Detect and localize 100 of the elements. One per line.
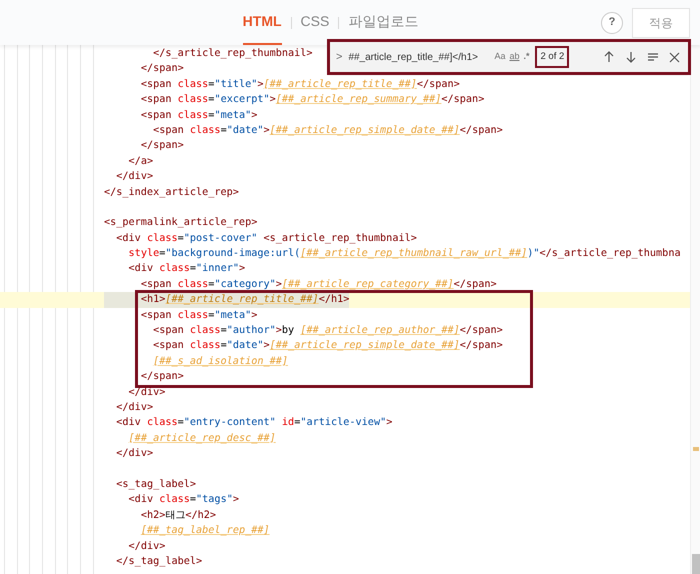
- code-token: by: [282, 325, 296, 336]
- code-token: >: [270, 94, 276, 106]
- code-token: <span: [153, 124, 185, 136]
- template-variable: [##_article_rep_title_##]: [264, 78, 417, 90]
- option-whole-word[interactable]: ab: [509, 50, 520, 64]
- toggle-replace-button[interactable]: >: [334, 48, 344, 66]
- code-token: </span>: [454, 278, 497, 290]
- editor-tab[interactable]: CSS: [300, 0, 330, 45]
- code-token: </s_tag_label>: [116, 556, 202, 567]
- code-token: =: [190, 263, 196, 274]
- template-variable: [##_article_rep_summary_##]: [276, 94, 442, 106]
- code-token: =: [208, 94, 214, 106]
- match-marker: [693, 447, 699, 451]
- template-variable: [##_article_rep_thumbnail_raw_url_##]: [300, 248, 528, 260]
- code-token: class: [178, 94, 208, 106]
- code-token: >: [264, 124, 270, 136]
- code-token: <s_tag_label>: [116, 478, 196, 490]
- code-token: >: [251, 310, 258, 321]
- code-token: "excerpt": [214, 94, 270, 106]
- code-token: class: [146, 232, 178, 244]
- code-token: <span: [140, 278, 172, 290]
- code-token: </div>: [116, 171, 154, 182]
- code-token: >: [257, 78, 264, 90]
- option-match-case[interactable]: Aa: [494, 50, 506, 64]
- code-token: =: [220, 340, 227, 352]
- code-token: >: [238, 263, 246, 274]
- code-token: </div>: [116, 448, 154, 460]
- code-token: <div: [116, 417, 142, 428]
- code-token: </s_article_rep_thumbna: [540, 248, 681, 260]
- code-token: 태그: [165, 510, 186, 521]
- template-variable: [##_article_rep_author_##]: [300, 325, 460, 336]
- code-token: id: [282, 417, 294, 428]
- help-button[interactable]: ?: [601, 12, 623, 34]
- code-token: <span: [140, 110, 172, 121]
- code-token: <span: [153, 340, 185, 352]
- code-token: <s_article_rep_thumbnail>: [264, 232, 417, 244]
- code-token: <span: [140, 310, 172, 321]
- arrow-up-icon[interactable]: [603, 51, 615, 63]
- code-token: =: [294, 417, 300, 428]
- template-variable: [##_tag_label_rep_##]: [140, 525, 270, 536]
- code-token: </s_article_rep_thumbnail>: [153, 48, 313, 59]
- code-token: <h2>: [140, 510, 166, 521]
- code-token: "meta": [214, 110, 252, 121]
- code-token: </a>: [128, 156, 154, 167]
- code-token: "background-image:url(: [165, 248, 300, 260]
- code-token: class: [178, 110, 208, 121]
- code-token: class: [178, 278, 208, 290]
- code-token: </div>: [128, 540, 166, 552]
- code-token: =: [178, 417, 184, 428]
- code-token: <span: [140, 94, 172, 106]
- code-token: </div>: [116, 402, 154, 413]
- template-variable: [##_article_rep_desc_##]: [128, 432, 276, 444]
- code-token: class: [159, 494, 190, 506]
- code-token: =: [208, 110, 214, 121]
- code-token: =: [220, 325, 227, 336]
- code-token: <div: [116, 232, 142, 244]
- code-token: class: [178, 78, 208, 90]
- code-token: "entry-content": [184, 417, 276, 428]
- editor-tab[interactable]: 파일업로드: [348, 0, 418, 45]
- code-token: >: [276, 325, 282, 336]
- template-variable: [##_article_rep_title_##]: [165, 294, 319, 306]
- code-token: class: [178, 310, 208, 321]
- find-input[interactable]: ##_article_rep_title_##]</h1>: [348, 50, 490, 64]
- option-regex[interactable]: .*: [523, 50, 530, 64]
- code-token: "article-view": [300, 417, 386, 428]
- scrollbar[interactable]: [690, 45, 700, 574]
- template-variable: [##_article_rep_simple_date_##]: [270, 340, 460, 352]
- code-token: "inner": [196, 263, 239, 274]
- template-variable: [##_s_ad_isolation_##]: [153, 356, 288, 367]
- code-token: </s_index_article_rep>: [104, 186, 239, 198]
- code-token: style: [128, 248, 160, 260]
- code-token: </span>: [460, 340, 503, 352]
- code-token: class: [146, 417, 178, 428]
- close-icon[interactable]: [669, 52, 680, 62]
- apply-button[interactable]: 적용: [632, 8, 690, 38]
- code-token: class: [190, 325, 221, 336]
- find-in-selection-icon[interactable]: [647, 51, 659, 63]
- code-token: </span>: [441, 94, 484, 106]
- code-token: "meta": [214, 310, 252, 321]
- editor-tab[interactable]: HTML: [242, 0, 282, 45]
- code-token: <div: [128, 494, 154, 506]
- code-token: <h1>: [140, 294, 166, 306]
- code-token: </span>: [140, 63, 184, 74]
- code-token: "date": [226, 340, 264, 352]
- code-token: =: [220, 124, 227, 136]
- code-token: >: [251, 110, 258, 121]
- code-token: >: [386, 417, 392, 428]
- code-token: class: [190, 340, 221, 352]
- arrow-down-icon[interactable]: [625, 51, 637, 63]
- code-token: >: [276, 278, 282, 290]
- scrollbar-thumb[interactable]: [692, 554, 700, 574]
- code-token: >: [264, 340, 270, 352]
- code-token: <s_permalink_article_rep>: [104, 217, 258, 228]
- code-token: )": [527, 248, 540, 260]
- match-count: 2 of 2: [535, 46, 570, 68]
- code-token: </span>: [460, 325, 503, 336]
- code-token: </span>: [140, 371, 184, 382]
- code-token: </span>: [140, 140, 184, 152]
- code-token: =: [190, 494, 196, 506]
- code-token: =: [178, 232, 184, 244]
